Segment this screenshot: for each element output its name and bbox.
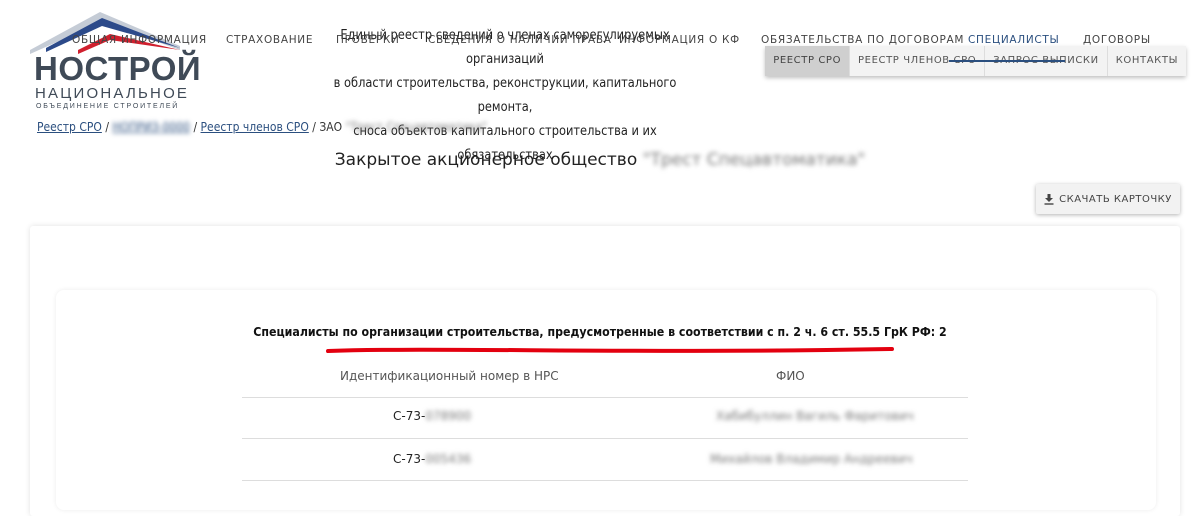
page-title-redacted: "Трест Спецавтоматика" [642,150,866,170]
breadcrumb-current-redacted: "Трест Спецавтоматика" [345,120,487,134]
tab-contract-obligations[interactable]: ОБЯЗАТЕЛЬСТВА ПО ДОГОВОРАМ [761,34,964,46]
specialist-name-redacted: Михайлов Владимир Андреевич [710,452,913,466]
breadcrumb: Реестр СРО / НОПРИЗ-0000 / Реестр членов… [37,120,487,134]
breadcrumb-current-prefix: ЗАО [319,120,343,134]
table-divider [242,438,968,439]
tab-contracts[interactable]: ДОГОВОРЫ [1083,34,1151,46]
breadcrumb-members-registry[interactable]: Реестр членов СРО [201,120,309,134]
download-card-label: СКАЧАТЬ КАРТОЧКУ [1059,193,1172,205]
download-icon [1044,193,1054,205]
download-card-button[interactable]: СКАЧАТЬ КАРТОЧКУ [1036,184,1180,214]
specialist-id-redacted: 005436 [425,452,472,466]
column-header-full-name: ФИО [776,369,805,383]
specialist-id: С-73- [393,409,426,423]
active-tab-indicator [949,60,1065,62]
breadcrumb-separator: / [190,120,201,134]
logo-subtitle: НАЦИОНАЛЬНОЕ [35,85,190,102]
tab-specialists[interactable]: СПЕЦИАЛИСТЫ [968,34,1060,46]
table-row: С-73-005436 [393,452,471,466]
specialist-id: С-73- [393,452,426,466]
registry-description-line: в области строительства, реконструкции, … [333,76,677,115]
page-title: Закрытое акционерное общество "Трест Спе… [0,150,1200,170]
tab-general-info[interactable]: ОБЩАЯ ИНФОРМАЦИЯ [72,34,207,46]
tab-inspections[interactable]: ПРОВЕРКИ [336,34,400,46]
specialist-id-redacted: 078900 [425,409,472,423]
specialists-heading: Специалисты по организации строительства… [253,325,947,339]
table-divider [242,480,968,481]
logo-subtitle-small: ОБЪЕДИНЕНИЕ СТРОИТЕЛЕЙ [36,103,180,110]
tab-rights[interactable]: СВЕДЕНИЯ О НАЛИЧИИ ПРАВА [428,34,612,46]
specialists-panel [56,290,1156,510]
breadcrumb-sro-registry[interactable]: Реестр СРО [37,120,102,134]
specialist-name-redacted: Хабибуллин Вагиль Фаритович [716,409,914,423]
tab-compensation-fund[interactable]: ИНФОРМАЦИЯ О КФ [619,34,740,46]
tab-insurance[interactable]: СТРАХОВАНИЕ [226,34,313,46]
breadcrumb-separator: / [308,120,320,134]
table-divider [242,397,968,398]
page-title-text: Закрытое акционерное общество [334,150,638,170]
table-row: С-73-078900 [393,409,471,423]
card-tabs: ОБЩАЯ ИНФОРМАЦИЯ СТРАХОВАНИЕ ПРОВЕРКИ СВ… [30,0,1180,66]
red-underline-annotation [326,347,894,353]
breadcrumb-separator: / [101,120,113,134]
column-header-nrs-id: Идентификационный номер в НРС [340,369,559,383]
breadcrumb-sro-redacted[interactable]: НОПРИЗ-0000 [112,120,190,134]
